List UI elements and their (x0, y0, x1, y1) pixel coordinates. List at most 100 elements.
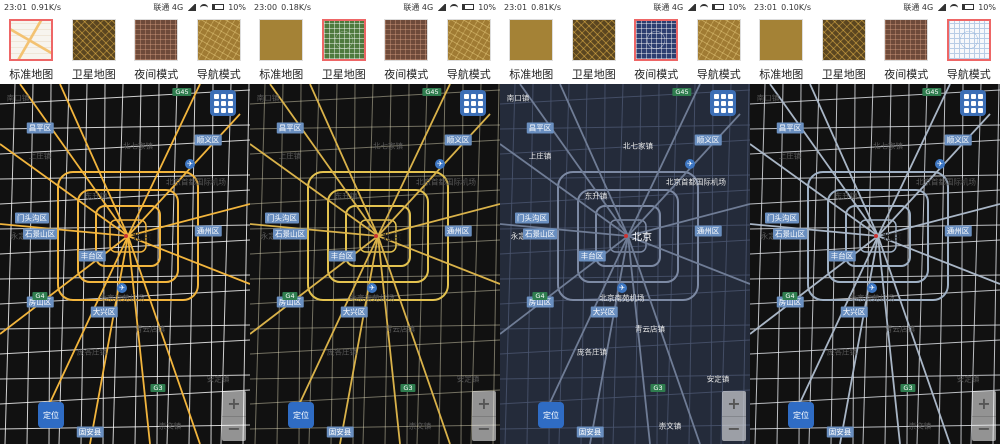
map-label: 北京南苑机场 (349, 293, 395, 303)
mode-option-satellite[interactable]: 卫星地图 (813, 14, 876, 84)
road-shield: G4 (782, 292, 798, 300)
mode-option-standard[interactable]: 标准地图 (500, 14, 563, 84)
mode-label-standard: 标准地图 (509, 68, 554, 81)
locate-button[interactable]: 定位 (288, 402, 314, 428)
layer-switch-button[interactable] (460, 90, 486, 116)
minor-road (754, 84, 766, 444)
mode-option-navigation[interactable]: 导航模式 (688, 14, 751, 84)
mode-thumbnail-satellite[interactable] (71, 19, 116, 61)
mode-thumbnail-night[interactable] (884, 19, 929, 61)
mode-thumbnail-navigation[interactable] (696, 19, 741, 61)
city-label: 北京 (382, 232, 402, 244)
city-label: 北京 (132, 232, 152, 244)
locate-button[interactable]: 定位 (38, 402, 64, 428)
grid-icon-cell (227, 107, 233, 113)
map-canvas[interactable]: 北京 南口镇 北七家镇 上庄镇 顺义区 北京首都国际机场 东升镇 昌平区 门头沟区 永定镇 石景山区… (0, 84, 250, 444)
mode-thumbnail-navigation[interactable] (196, 19, 241, 61)
road-shield: G4 (282, 292, 298, 300)
zoom-out-button[interactable]: − (722, 417, 746, 442)
status-bar: 23:00 0.18K/s 联通 4G 10% (250, 0, 500, 14)
grid-icon-cell (463, 107, 469, 113)
mode-option-navigation[interactable]: 导航模式 (188, 14, 251, 84)
zoom-in-button[interactable]: + (472, 391, 496, 417)
grid-icon-cell (963, 107, 969, 113)
layer-switch-button[interactable] (960, 90, 986, 116)
map-label: 安定镇 (956, 374, 980, 384)
locate-button[interactable]: 定位 (788, 402, 814, 428)
mode-thumbnail-satellite[interactable] (321, 19, 366, 61)
map-label: 北京南苑机场 (849, 293, 895, 303)
minor-road (0, 324, 250, 330)
map-label: 石景山区 (523, 228, 557, 240)
mode-thumbnail-standard[interactable] (259, 19, 304, 61)
map-label: 北七家镇 (873, 141, 903, 151)
grid-icon-cell (213, 107, 219, 113)
status-time: 23:01 (504, 2, 528, 12)
map-label: 门头沟区 (265, 212, 299, 224)
mode-option-night[interactable]: 夜间模式 (125, 14, 188, 84)
mode-option-navigation[interactable]: 导航模式 (938, 14, 1000, 84)
zoom-in-button[interactable]: + (222, 391, 246, 417)
mode-thumbnail-satellite[interactable] (821, 19, 866, 61)
airport-icon: ✈ (617, 283, 627, 293)
mode-thumbnail-navigation[interactable] (946, 19, 991, 61)
map-label: 丰台区 (578, 250, 606, 262)
map-label: 顺义区 (194, 134, 222, 146)
mode-thumbnail-standard[interactable] (509, 19, 554, 61)
mode-thumbnail-standard[interactable] (9, 19, 54, 61)
mode-option-navigation[interactable]: 导航模式 (438, 14, 501, 84)
comparison-root: 23:01 0.91K/s 联通 4G 10% 标准地图 卫星地图 夜间模式 导航模式 北京 南口… (0, 0, 1000, 444)
mode-option-satellite[interactable]: 卫星地图 (563, 14, 626, 84)
expressway (309, 84, 379, 237)
mode-thumbnail-standard[interactable] (759, 19, 804, 61)
mode-option-night[interactable]: 夜间模式 (625, 14, 688, 84)
map-label: 丰台区 (828, 250, 856, 262)
mode-thumbnail-satellite[interactable] (571, 19, 616, 61)
map-label: 丰台区 (78, 250, 106, 262)
map-canvas[interactable]: 北京 南口镇 北七家镇 上庄镇 顺义区 北京首都国际机场 东升镇 昌平区 门头沟区 永定镇 石景山区… (750, 84, 1000, 444)
mode-option-standard[interactable]: 标准地图 (750, 14, 813, 84)
zoom-out-button[interactable]: − (972, 417, 996, 442)
map-label: 南口镇 (506, 93, 530, 103)
mode-option-standard[interactable]: 标准地图 (0, 14, 63, 84)
minor-road (0, 339, 250, 355)
mode-option-standard[interactable]: 标准地图 (250, 14, 313, 84)
grid-icon-cell (227, 100, 233, 106)
status-battery: 10% (728, 2, 746, 12)
mode-thumbnail-night[interactable] (134, 19, 179, 61)
locate-button[interactable]: 定位 (538, 402, 564, 428)
mode-option-night[interactable]: 夜间模式 (375, 14, 438, 84)
map-label: 庞各庄镇 (77, 347, 107, 357)
zoom-control: + − (222, 391, 246, 441)
map-panel-night: 23:01 0.81K/s 联通 4G 10% 标准地图 卫星地图 夜间模式 导航模式 北京 南口… (500, 0, 750, 444)
road-shield: G4 (532, 292, 548, 300)
mode-option-satellite[interactable]: 卫星地图 (63, 14, 126, 84)
zoom-in-button[interactable]: + (722, 391, 746, 417)
minor-road (852, 84, 856, 444)
map-canvas[interactable]: 北京 南口镇 北七家镇 上庄镇 顺义区 北京首都国际机场 东升镇 昌平区 门头沟区 永定镇 石景山区… (500, 84, 750, 444)
zoom-out-button[interactable]: − (222, 417, 246, 442)
mode-option-night[interactable]: 夜间模式 (875, 14, 938, 84)
status-bar: 23:01 0.91K/s 联通 4G 10% (0, 0, 250, 14)
signal-icon (187, 3, 197, 11)
grid-icon-cell (470, 107, 476, 113)
map-label: 大兴区 (840, 306, 868, 318)
airport-icon: ✈ (867, 283, 877, 293)
mode-thumbnail-night[interactable] (634, 19, 679, 61)
layer-switch-button[interactable] (210, 90, 236, 116)
map-canvas[interactable]: 北京 南口镇 北七家镇 上庄镇 顺义区 北京首都国际机场 东升镇 昌平区 门头沟区 永定镇 石景山区… (250, 84, 500, 444)
zoom-out-button[interactable]: − (472, 417, 496, 442)
grid-icon-cell (977, 100, 983, 106)
minor-road (298, 84, 302, 444)
grid-icon-cell (727, 107, 733, 113)
airport-icon: ✈ (685, 159, 695, 169)
map-label: 上庄镇 (28, 151, 52, 161)
mode-thumbnail-navigation[interactable] (446, 19, 491, 61)
battery-icon (712, 4, 725, 10)
mode-option-satellite[interactable]: 卫星地图 (313, 14, 376, 84)
layer-switch-button[interactable] (710, 90, 736, 116)
mode-thumbnail-night[interactable] (384, 19, 429, 61)
zoom-in-button[interactable]: + (972, 391, 996, 417)
status-battery: 10% (978, 2, 996, 12)
map-mode-bar: 标准地图 卫星地图 夜间模式 导航模式 (0, 14, 250, 84)
